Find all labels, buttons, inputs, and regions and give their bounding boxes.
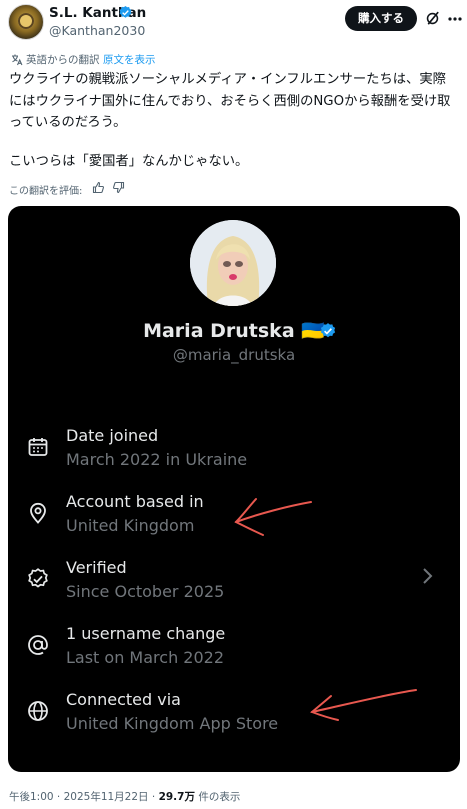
view-count: 29.7万	[158, 791, 195, 803]
buy-button[interactable]: 購入する	[345, 6, 417, 31]
calendar-icon	[28, 438, 48, 456]
profile-name: Maria Drutska 🇺🇦	[143, 320, 325, 342]
verified-badge-outline-icon	[28, 568, 48, 588]
globe-icon	[28, 701, 48, 721]
timestamp[interactable]: 午後1:00 · 2025年11月22日 ·	[9, 791, 159, 803]
profile-verified-icon	[320, 323, 336, 338]
location-pin-icon	[30, 502, 46, 524]
rate-translation-label: この翻訳を評価:	[9, 186, 83, 197]
row-title-verified: Verified	[66, 558, 127, 577]
thumbs-down-icon[interactable]	[112, 181, 125, 194]
embedded-image[interactable]: Maria Drutska 🇺🇦 @maria_drutska Date joi…	[8, 206, 460, 772]
row-title-account-based: Account based in	[66, 492, 204, 511]
view-suffix: 件の表示	[194, 791, 241, 803]
profile-photo	[190, 220, 276, 306]
verified-badge-icon	[119, 5, 132, 18]
chevron-right-icon[interactable]	[420, 566, 434, 586]
profile-handle: @maria_drutska	[172, 346, 296, 364]
row-sub-username-change: Last on March 2022	[66, 648, 225, 667]
row-sub-connected-via: United Kingdom App Store	[66, 714, 279, 733]
tweet-text: ウクライナの親戦派ソーシャルメディア・インフルエンサーたちは、実際にはウクライナ…	[9, 72, 451, 130]
row-title-username-change: 1 username change	[66, 624, 226, 643]
red-arrow-annotation-1	[234, 498, 312, 536]
grok-icon[interactable]	[424, 10, 441, 27]
translation-label: 英語からの翻訳	[26, 54, 100, 66]
translate-icon	[12, 54, 23, 66]
row-title-date-joined: Date joined	[66, 426, 159, 445]
thumbs-up-icon[interactable]	[92, 181, 105, 194]
author-avatar[interactable]	[8, 4, 44, 40]
row-sub-verified: Since October 2025	[66, 582, 225, 601]
row-sub-date-joined: March 2022 in Ukraine	[66, 450, 248, 469]
tweet-footer: 午後1:00 · 2025年11月22日 · 29.7万 件の表示	[9, 789, 240, 804]
at-sign-icon	[28, 635, 48, 655]
more-icon[interactable]	[448, 10, 462, 27]
red-arrow-annotation-2	[310, 689, 417, 721]
author-handle[interactable]: @Kanthan2030	[49, 23, 145, 38]
row-sub-account-based: United Kingdom	[66, 516, 195, 535]
show-original-link[interactable]: 原文を表示	[103, 52, 156, 67]
tweet-text-second: こいつらは「愛国者」なんかじゃない。	[9, 154, 249, 169]
row-title-connected-via: Connected via	[66, 690, 181, 709]
